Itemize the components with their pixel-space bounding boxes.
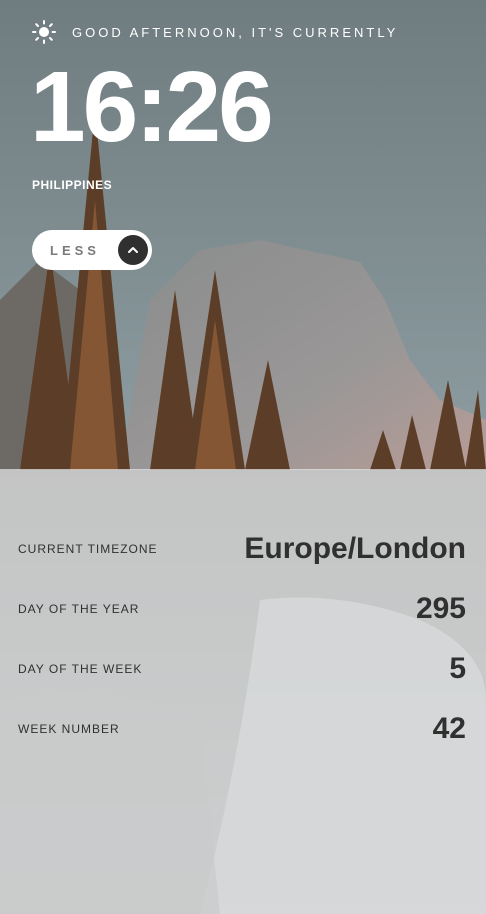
sun-icon (32, 20, 56, 44)
info-value: 295 (415, 592, 466, 625)
info-label: DAY OF THE WEEK (18, 662, 143, 676)
info-row-timezone: CURRENT TIMEZONE Europe/London (18, 529, 466, 569)
info-value: Europe/London (244, 532, 466, 565)
info-row-day-of-week: DAY OF THE WEEK 5 (18, 649, 466, 689)
details-panel: CURRENT TIMEZONE Europe/London DAY OF TH… (0, 469, 486, 914)
info-row-day-of-year: DAY OF THE YEAR 295 (18, 589, 466, 629)
toggle-circle (118, 235, 148, 265)
info-label: WEEK NUMBER (18, 722, 120, 736)
less-toggle-button[interactable]: LESS (32, 230, 152, 270)
current-time: 16:26 (30, 51, 274, 163)
info-label: CURRENT TIMEZONE (18, 542, 158, 556)
location-label: PHILIPPINES (32, 178, 113, 192)
info-row-week-number: WEEK NUMBER 42 (18, 709, 466, 749)
info-value: 5 (449, 652, 466, 685)
greeting: GOOD AFTERNOON, IT'S CURRENTLY (32, 20, 398, 44)
info-label: DAY OF THE YEAR (18, 602, 140, 616)
clock-app: GOOD AFTERNOON, IT'S CURRENTLY 16:26 PHI… (0, 0, 486, 914)
chevron-up-icon (128, 247, 138, 253)
toggle-label: LESS (50, 242, 100, 258)
info-value: 42 (432, 712, 466, 745)
greeting-text: GOOD AFTERNOON, IT'S CURRENTLY (72, 24, 399, 40)
